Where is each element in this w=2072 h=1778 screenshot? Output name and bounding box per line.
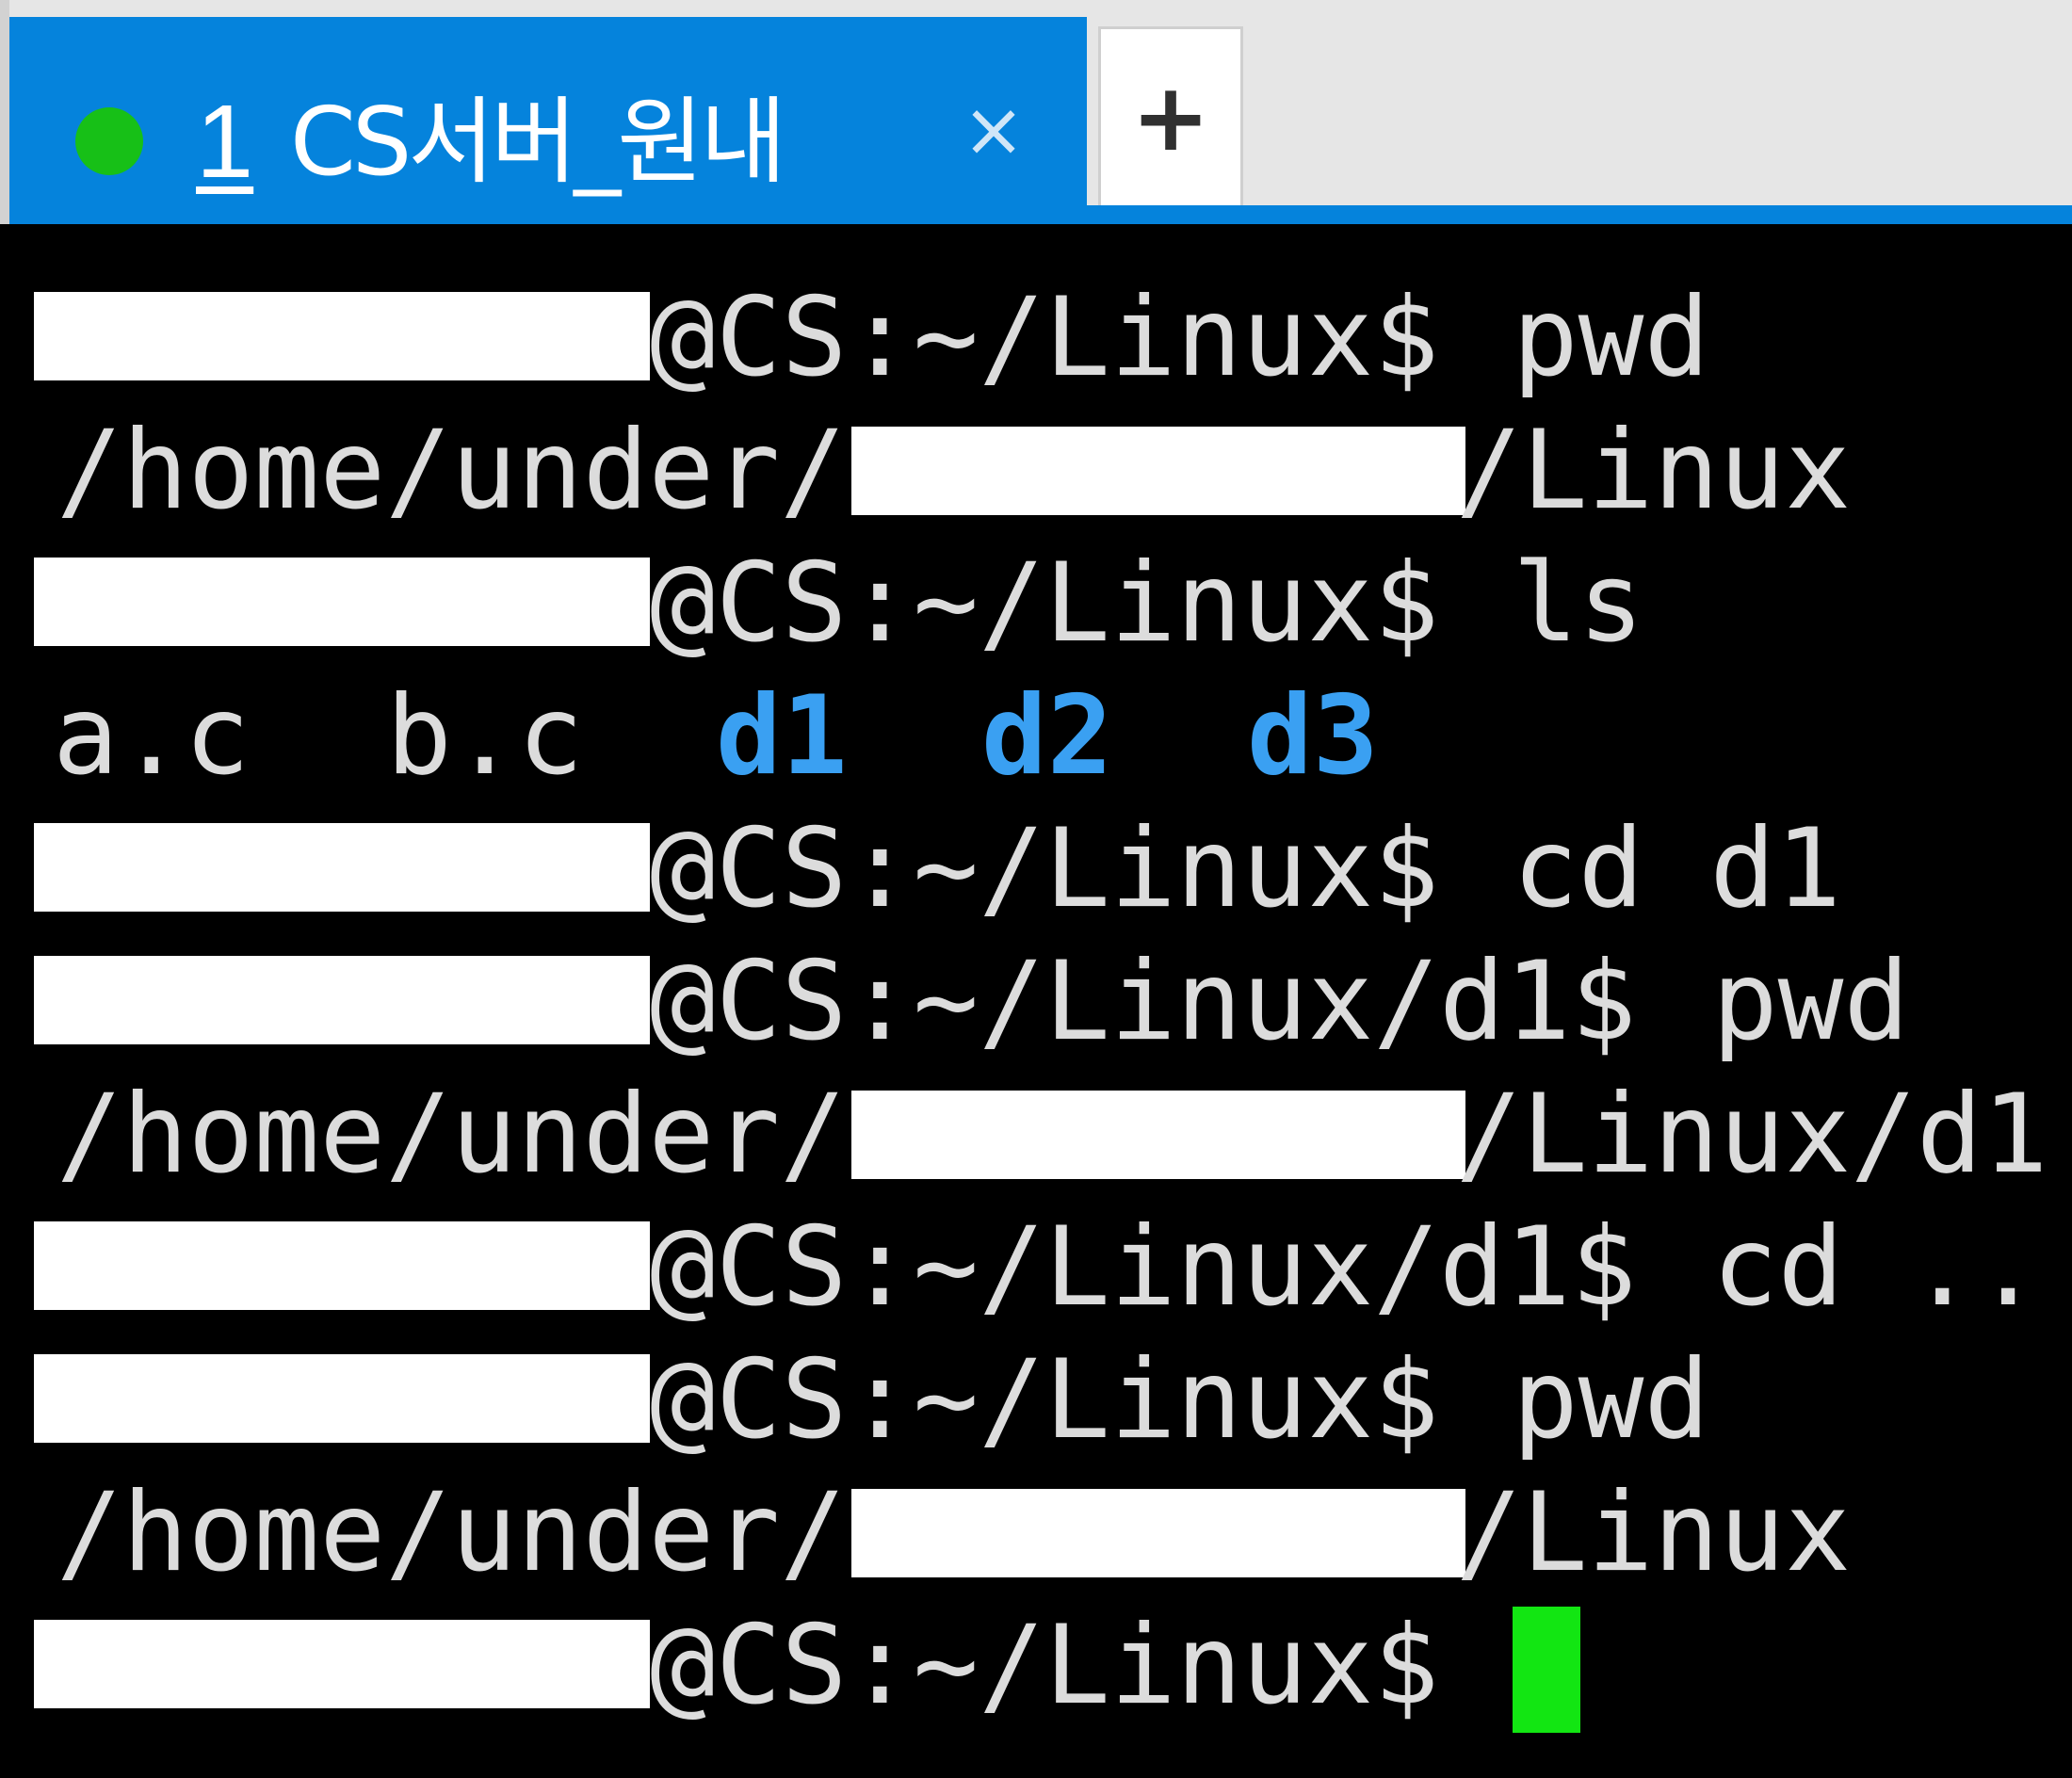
- path-suffix: /Linux/d1: [1456, 1071, 2048, 1198]
- prompt: @CS:~/Linux/d1$: [650, 1204, 1637, 1331]
- redacted-username: [34, 823, 650, 912]
- redacted-directory: [851, 1091, 1465, 1179]
- terminal-line: @CS:~/Linux$: [9, 1599, 2072, 1733]
- redacted-username: [34, 558, 650, 646]
- prompt: @CS:~/Linux$: [650, 1602, 1440, 1729]
- prompt: @CS:~/Linux/d1$: [650, 938, 1637, 1065]
- tab-title: CS서버_원내: [290, 87, 786, 197]
- terminal-line: a.c b.c d1 d2 d3: [9, 670, 2072, 802]
- command: ls: [1447, 540, 1644, 667]
- command: cd d1: [1447, 805, 1842, 932]
- file-entry: b.c: [386, 672, 584, 800]
- redacted-directory: [851, 1489, 1465, 1577]
- plus-icon: +: [1131, 62, 1210, 172]
- terminal-line: @CS:~/Linux$ pwd: [9, 1334, 2072, 1466]
- command: [1447, 1599, 1513, 1732]
- terminal-output[interactable]: @CS:~/Linux$ pwd /home/under/ /Linux @CS…: [9, 224, 2072, 1778]
- command: pwd: [1447, 274, 1710, 401]
- redacted-username: [34, 1354, 650, 1443]
- text-cursor: [1513, 1607, 1580, 1733]
- terminal-window: 1 CS서버_원내 × + @CS:~/Linux$ pwd /home/und…: [0, 0, 2072, 1778]
- close-icon[interactable]: ×: [961, 92, 1027, 168]
- tab-bar-edge: [0, 0, 9, 224]
- redacted-username: [34, 956, 650, 1044]
- session-tab[interactable]: 1 CS서버_원내 ×: [9, 17, 1087, 224]
- redacted-username: [34, 1221, 650, 1310]
- prompt: @CS:~/Linux$: [650, 1336, 1440, 1463]
- tab-index: 1: [196, 84, 254, 200]
- terminal-line: /home/under/ /Linux: [9, 404, 2072, 537]
- redacted-username: [34, 1620, 650, 1708]
- terminal-line: @CS:~/Linux$ pwd: [9, 271, 2072, 404]
- file-entry: a.c: [53, 672, 251, 800]
- redacted-directory: [851, 427, 1465, 515]
- terminal-line: @CS:~/Linux$ ls: [9, 537, 2072, 670]
- terminal-line: @CS:~/Linux/d1$ cd ..: [9, 1201, 2072, 1334]
- prompt: @CS:~/Linux$: [650, 805, 1440, 932]
- terminal-line: /home/under/ /Linux: [9, 1466, 2072, 1599]
- path-suffix: /Linux: [1456, 1469, 1852, 1596]
- new-tab-button[interactable]: +: [1098, 26, 1243, 205]
- command: pwd: [1646, 938, 1910, 1065]
- connection-status-icon: [75, 107, 143, 175]
- prompt: @CS:~/Linux$: [650, 540, 1440, 667]
- directory-entry: d3: [1247, 672, 1379, 800]
- command: cd ..: [1646, 1204, 2042, 1331]
- path-prefix: /home/under/: [57, 1469, 847, 1596]
- prompt: @CS:~/Linux$: [650, 274, 1440, 401]
- path-prefix: /home/under/: [57, 407, 847, 534]
- path-suffix: /Linux: [1456, 407, 1852, 534]
- terminal-line: /home/under/ /Linux/d1: [9, 1068, 2072, 1201]
- redacted-username: [34, 292, 650, 380]
- path-prefix: /home/under/: [57, 1071, 847, 1198]
- command: pwd: [1447, 1336, 1710, 1463]
- tab-bar: 1 CS서버_원내 × +: [0, 0, 2072, 224]
- terminal-line: @CS:~/Linux/d1$ pwd: [9, 935, 2072, 1068]
- tab-bar-accent: [9, 205, 2072, 224]
- directory-entry: d1: [716, 672, 848, 800]
- terminal-line: @CS:~/Linux$ cd d1: [9, 802, 2072, 935]
- directory-entry: d2: [981, 672, 1113, 800]
